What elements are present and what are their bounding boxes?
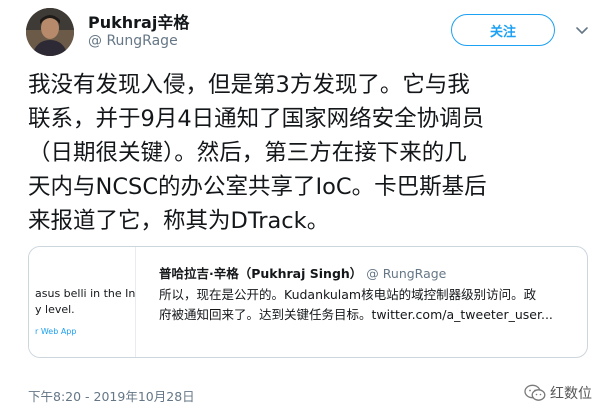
quoted-tweet-image[interactable]: asus belli in the Ind y level. r Web App — [29, 247, 136, 357]
image-source-label: r Web App — [35, 327, 77, 336]
quoted-tweet-text: 所以，现在是公开的。Kudankulam核电站的域控制器级别访问。政 府被通知回… — [159, 285, 583, 325]
tweet-line: 联系，并于9月4日通知了国家网络安全协调员 — [28, 106, 485, 132]
tweet-text: 我没有发现入侵，但是第3方发现了。它与我 联系，并于9月4日通知了国家网络安全协… — [28, 68, 600, 238]
tweet-line: 我没有发现入侵，但是第3方发现了。它与我 — [28, 72, 470, 98]
chevron-down-icon[interactable] — [574, 22, 590, 38]
image-text-line: y level. — [35, 303, 75, 316]
quoted-tweet-line: 所以，现在是公开的。Kudankulam核电站的域控制器级别访问。政 — [159, 287, 537, 302]
tweet-line: 来报道了它，称其为DTrack。 — [28, 208, 330, 234]
avatar-photo — [26, 8, 74, 56]
quoted-tweet-author: 普哈拉吉·辛格（Pukhraj Singh） @ RungRage — [159, 263, 446, 282]
wechat-icon — [524, 384, 546, 401]
tweet-timestamp[interactable]: 下午8:20 - 2019年10月28日 — [28, 386, 195, 405]
tweet-line: （日期很关键）。然后，第三方在接下来的几 — [28, 140, 467, 166]
watermark-label: 红数位 — [550, 386, 592, 402]
quoted-tweet-card[interactable]: asus belli in the Ind y level. r Web App… — [28, 246, 588, 358]
quoted-tweet-line: 府被通知回来了。达到关键任务目标。twitter.com/a_tweeter_u… — [159, 307, 553, 322]
avatar[interactable] — [26, 8, 74, 56]
user-handle[interactable]: @ RungRage — [88, 33, 178, 49]
quoted-author-handle: @ RungRage — [366, 266, 447, 281]
watermark: 红数位 — [524, 383, 592, 403]
display-name[interactable]: Pukhraj辛格 — [88, 9, 189, 33]
quoted-author-name: 普哈拉吉·辛格（Pukhraj Singh） — [159, 266, 363, 281]
follow-button[interactable]: 关注 — [451, 14, 555, 46]
tweet-line: 天内与NCSC的办公室共享了IoC。卡巴斯基后 — [28, 174, 487, 200]
image-text-line: asus belli in the Ind — [35, 287, 136, 300]
